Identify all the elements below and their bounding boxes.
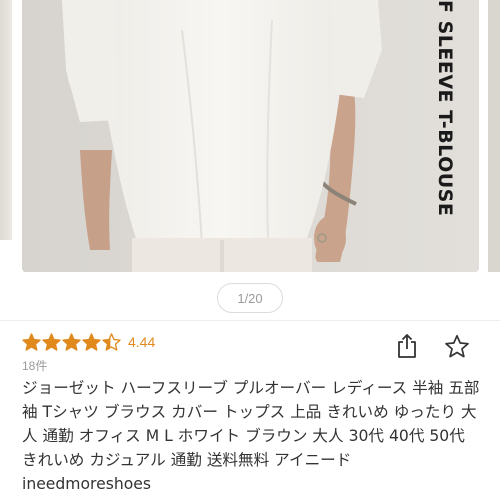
rating-star-icon [82,333,101,351]
product-photo-illustration [22,0,479,272]
rating-value: 4.44 [128,334,156,350]
star-outline-icon [445,334,469,357]
favorite-button[interactable] [442,331,472,361]
rating-stars [22,333,122,351]
product-image-gallery[interactable]: F SLEEVE T-BLOUSE 1/20 [0,0,500,320]
share-icon [398,334,416,358]
product-title: ジョーゼット ハーフスリーブ プルオーバー レディース 半袖 五部袖 Tシャツ … [22,379,480,493]
rating-star-icon [22,333,41,351]
product-photo[interactable] [22,0,479,272]
previous-image-peek[interactable] [0,0,12,240]
rating-row[interactable]: 4.44 [22,332,155,352]
next-image-peek[interactable] [488,0,500,272]
photo-caption-text: F SLEEVE T-BLOUSE [434,0,456,217]
share-button[interactable] [392,331,422,361]
rating-star-icon [62,333,81,351]
review-count[interactable]: 18件 [22,357,47,374]
section-divider [0,320,500,321]
rating-star-icon [42,333,61,351]
image-pager-indicator: 1/20 [217,283,283,313]
product-actions [372,331,472,361]
rating-star-icon [102,333,121,351]
